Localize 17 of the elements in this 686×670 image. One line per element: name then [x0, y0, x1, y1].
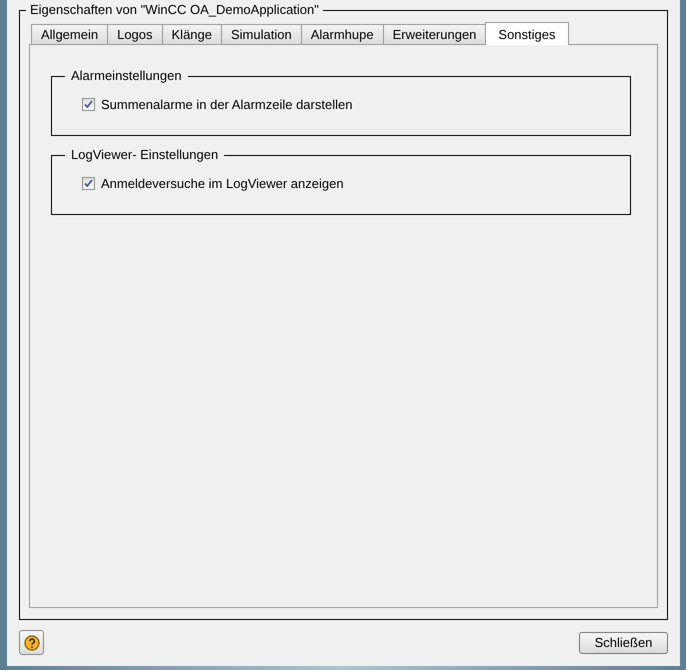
checkbox-label[interactable]: Anmeldeversuche im LogViewer anzeigen — [101, 176, 344, 191]
group-title: Alarmeinstellungen — [65, 68, 188, 84]
tab[interactable]: Klänge — [162, 24, 222, 44]
group-title: Eigenschaften von "WinCC OA_DemoApplication" — [26, 2, 323, 18]
tab[interactable]: Erweiterungen — [382, 24, 486, 44]
tab[interactable]: Alarmhupe — [300, 24, 384, 44]
group-title: LogViewer- Einstellungen — [65, 147, 224, 163]
close-button[interactable]: Schließen — [579, 632, 668, 654]
checkbox-label[interactable]: Summenalarme in der Alarmzeile darstellen — [101, 97, 352, 112]
tab[interactable]: Allgemein — [31, 24, 108, 44]
help-button[interactable] — [19, 630, 44, 655]
tab[interactable]: Simulation — [221, 24, 302, 44]
checkbox[interactable] — [82, 177, 95, 190]
help-icon — [24, 634, 40, 650]
checkbox[interactable] — [82, 98, 95, 111]
tab[interactable]: Sonstiges — [485, 22, 568, 45]
tab[interactable]: Logos — [107, 24, 163, 44]
